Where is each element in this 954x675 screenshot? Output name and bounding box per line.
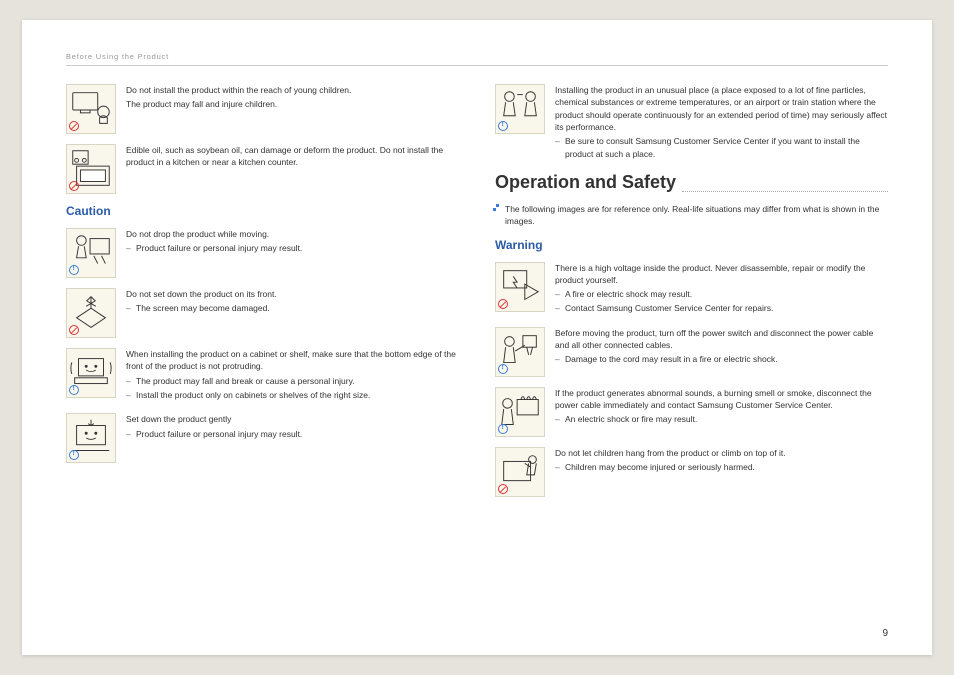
illustration-icon [495,387,545,437]
warning-heading: Warning [495,238,888,252]
section-title: Operation and Safety [495,172,676,193]
item-main-text: Do not let children hang from the produc… [555,447,786,459]
safety-item: Do not install the product within the re… [66,84,459,134]
illustration-icon [495,84,545,134]
illustration-icon [66,348,116,398]
info-icon [498,364,508,374]
safety-item: If the product generates abnormal sounds… [495,387,888,437]
item-main-text: Do not drop the product while moving. [126,228,302,240]
illustration-icon [495,262,545,312]
illustration-icon [66,144,116,194]
item-main-text: Before moving the product, turn off the … [555,327,888,352]
item-main-text: Do not install the product within the re… [126,84,351,96]
item-text: Do not let children hang from the produc… [555,447,786,497]
prohibit-icon [69,121,79,131]
reference-note: The following images are for reference o… [495,203,888,228]
item-text: When installing the product on a cabinet… [126,348,459,403]
info-icon [69,385,79,395]
item-sub-text: Be sure to consult Samsung Customer Serv… [555,135,888,160]
item-text: If the product generates abnormal sounds… [555,387,888,437]
info-icon [498,424,508,434]
info-icon [498,121,508,131]
item-sub-text: Install the product only on cabinets or … [126,389,459,401]
item-main-text: When installing the product on a cabinet… [126,348,459,373]
item-sub-text: The product may fall and break or cause … [126,375,459,387]
section-heading-row: Operation and Safety [495,172,888,197]
prohibit-icon [498,484,508,494]
item-sub-text: Damage to the cord may result in a fire … [555,353,888,365]
illustration-icon [66,288,116,338]
safety-item: Do not drop the product while moving. Pr… [66,228,459,278]
safety-item: Do not set down the product on its front… [66,288,459,338]
note-marker-icon [493,204,501,212]
item-main-text: Set down the product gently [126,413,302,425]
note-text: The following images are for reference o… [505,204,879,226]
item-sub-text: Children may become injured or seriously… [555,461,786,473]
item-main-text: If the product generates abnormal sounds… [555,387,888,412]
safety-item: Before moving the product, turn off the … [495,327,888,377]
item-text: Edible oil, such as soybean oil, can dam… [126,144,459,194]
item-text: Do not set down the product on its front… [126,288,277,338]
item-sub-text: Product failure or personal injury may r… [126,428,302,440]
safety-item: When installing the product on a cabinet… [66,348,459,403]
page-number: 9 [882,628,888,639]
item-text: There is a high voltage inside the produ… [555,262,888,317]
caution-heading: Caution [66,204,459,218]
safety-item: Set down the product gently Product fail… [66,413,459,463]
content-columns: Do not install the product within the re… [66,84,888,637]
item-main-text: There is a high voltage inside the produ… [555,262,888,287]
illustration-icon [66,84,116,134]
info-icon [69,265,79,275]
prohibit-icon [69,325,79,335]
dotted-divider [682,191,888,192]
prohibit-icon [498,299,508,309]
item-text: Do not drop the product while moving. Pr… [126,228,302,278]
item-main-text: Do not set down the product on its front… [126,288,277,300]
illustration-icon [66,228,116,278]
safety-item: There is a high voltage inside the produ… [495,262,888,317]
item-sub-text: A fire or electric shock may result. [555,288,888,300]
illustration-icon [66,413,116,463]
prohibit-icon [69,181,79,191]
item-sub-text: Contact Samsung Customer Service Center … [555,302,888,314]
right-column: Installing the product in an unusual pla… [495,84,888,637]
item-text: Set down the product gently Product fail… [126,413,302,463]
illustration-icon [495,447,545,497]
item-sub-text: The product may fall and injure children… [126,98,351,110]
page-header-breadcrumb: Before Using the Product [66,52,888,66]
manual-page: Before Using the Product Do not install … [22,20,932,655]
left-column: Do not install the product within the re… [66,84,459,637]
safety-item: Edible oil, such as soybean oil, can dam… [66,144,459,194]
item-main-text: Edible oil, such as soybean oil, can dam… [126,144,459,169]
item-main-text: Installing the product in an unusual pla… [555,84,888,133]
safety-item: Do not let children hang from the produc… [495,447,888,497]
item-text: Do not install the product within the re… [126,84,351,134]
item-text: Installing the product in an unusual pla… [555,84,888,162]
item-text: Before moving the product, turn off the … [555,327,888,377]
item-sub-text: The screen may become damaged. [126,302,277,314]
safety-item: Installing the product in an unusual pla… [495,84,888,162]
illustration-icon [495,327,545,377]
item-sub-text: Product failure or personal injury may r… [126,242,302,254]
item-sub-text: An electric shock or fire may result. [555,413,888,425]
